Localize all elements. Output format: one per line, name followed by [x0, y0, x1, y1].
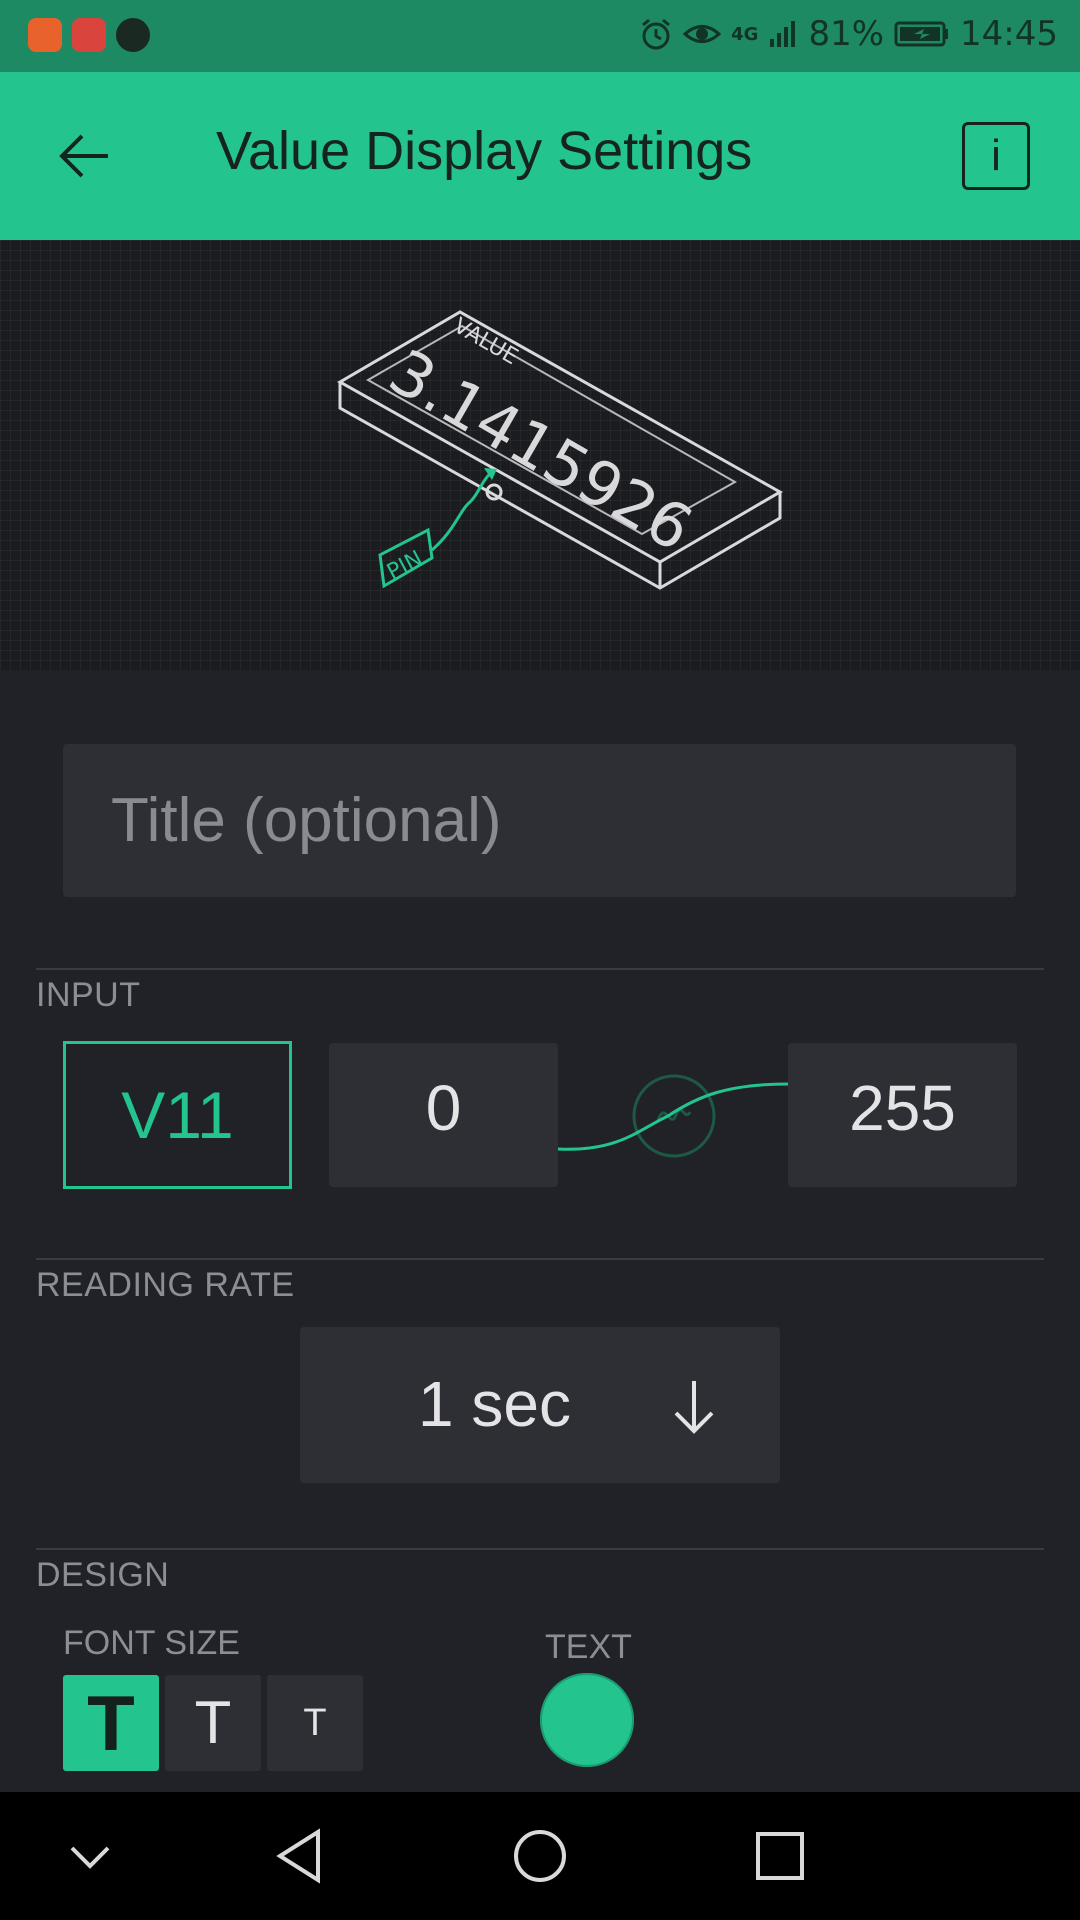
font-size-medium-glyph: T	[194, 1689, 232, 1756]
section-divider	[36, 968, 1044, 970]
arrow-down-icon	[674, 1381, 714, 1434]
back-arrow-icon[interactable]	[58, 130, 110, 182]
app-header: Value Display Settings i	[0, 72, 1080, 240]
text-color-label: TEXT	[545, 1628, 632, 1666]
info-button[interactable]: i	[962, 122, 1030, 190]
clock: 14:45	[960, 14, 1058, 54]
eye-icon	[683, 25, 722, 43]
audio-app-icon	[116, 18, 150, 52]
font-size-large-button[interactable]: T	[63, 1675, 159, 1771]
status-bar: 4G 81% 14:45	[0, 0, 1080, 72]
alarm-icon	[642, 18, 671, 50]
text-color-picker[interactable]	[540, 1673, 634, 1767]
font-size-medium-button[interactable]: T	[165, 1675, 261, 1771]
reading-rate-value: 1 sec	[418, 1368, 571, 1440]
mapping-curve	[558, 1074, 788, 1158]
input-section-label: INPUT	[36, 976, 141, 1014]
taobao-app-icon	[28, 18, 62, 52]
min-value-field[interactable]: 0	[329, 1043, 558, 1187]
home-circle-icon[interactable]	[510, 1826, 570, 1886]
battery-percent: 81%	[808, 14, 885, 54]
font-size-small-glyph: T	[303, 1702, 327, 1744]
page-title: Value Display Settings	[216, 121, 753, 181]
pin-label: PIN	[383, 546, 427, 585]
font-size-large-glyph: T	[87, 1679, 135, 1767]
section-divider	[36, 1258, 1044, 1260]
system-status: 4G 81% 14:45	[639, 14, 1058, 54]
network-type: 4G	[731, 23, 759, 45]
widget-preview: VALUE 3.1415926 PIN	[0, 240, 1080, 670]
title-input[interactable]	[63, 744, 1016, 897]
font-size-small-button[interactable]: T	[267, 1675, 363, 1771]
reading-rate-section-label: READING RATE	[36, 1266, 295, 1304]
reading-rate-dropdown[interactable]: 1 sec	[300, 1327, 780, 1483]
design-section-label: DESIGN	[36, 1556, 170, 1594]
battery-icon	[894, 21, 949, 47]
back-triangle-icon[interactable]	[270, 1826, 330, 1886]
notification-icons	[28, 18, 150, 52]
pin-selector[interactable]: V11	[63, 1041, 292, 1189]
system-nav-bar	[0, 1792, 1080, 1920]
max-value-field[interactable]: 255	[788, 1043, 1017, 1187]
font-size-label: FONT SIZE	[63, 1624, 240, 1662]
section-divider	[36, 1548, 1044, 1550]
hide-nav-icon[interactable]	[60, 1826, 120, 1886]
recents-square-icon[interactable]	[750, 1826, 810, 1886]
signal-icon	[770, 21, 796, 47]
huawei-store-icon	[72, 18, 106, 52]
value-display-illustration: VALUE 3.1415926 PIN	[336, 310, 784, 590]
